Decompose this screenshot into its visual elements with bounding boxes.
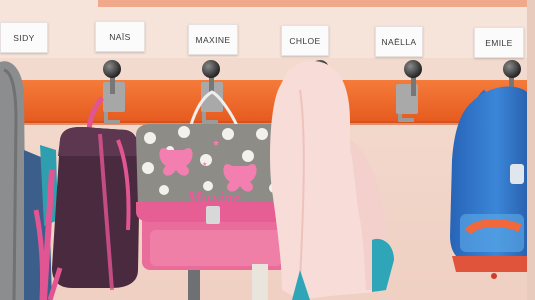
- coat-rail: [0, 80, 535, 123]
- upper-wall: [0, 0, 535, 58]
- cloakroom-photo: ★ ★ Maxine: [0, 0, 535, 300]
- name-label-emile: EMILE: [474, 27, 524, 58]
- name-label-chloe: CHLOE: [281, 25, 329, 56]
- name-label-sidy: SIDY: [0, 22, 48, 53]
- bag-name-text: Maxine: [186, 188, 241, 207]
- name-label-maxine: MAXINE: [188, 24, 238, 55]
- svg-text:★: ★: [202, 161, 207, 168]
- top-stripe: [98, 0, 535, 7]
- name-label-naella: NAËLLA: [375, 26, 423, 57]
- wall-edge: [527, 0, 535, 300]
- svg-text:★: ★: [212, 139, 220, 149]
- name-label-nais: NAÏS: [95, 21, 145, 52]
